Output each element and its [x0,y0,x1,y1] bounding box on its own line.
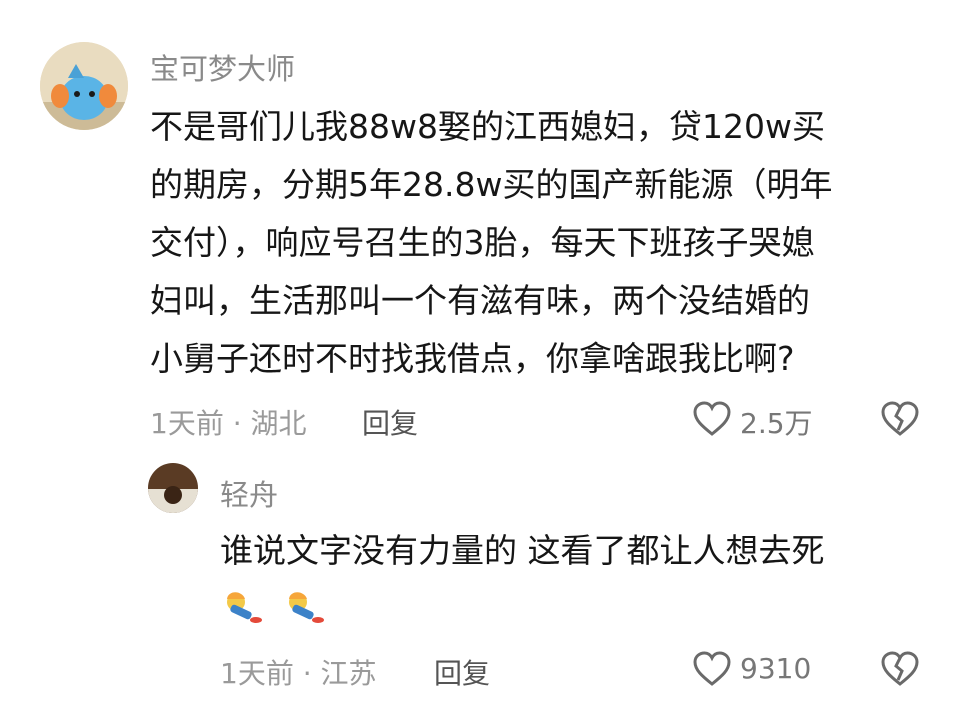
comment-text-line: 不是哥们儿我88w8娶的江西媳妇，贷120w买 [150,107,825,146]
reply-meta: 1天前 · 江苏 [220,652,377,692]
meta-separator: · [232,407,242,440]
like-button[interactable] [692,400,732,438]
comment-location: 湖北 [250,407,307,440]
comment-text-line: 妇叫，生活那叫一个有滋有味，两个没结婚的 [150,281,810,320]
kick-emoji-icon [227,592,324,623]
comment-text-line: 交付），响应号召生的3胎，每天下班孩子哭媳 [150,223,815,262]
avatar-image [148,463,198,513]
broken-heart-icon [881,401,919,436]
comment-time: 1天前 [150,407,224,440]
comment-user-name[interactable]: 宝可梦大师 [150,46,295,88]
comment-text: 不是哥们儿我88w8娶的江西媳妇，贷120w买 的期房，分期5年28.8w买的国… [150,98,832,388]
avatar[interactable] [148,463,198,513]
reply-text: 谁说文字没有力量的 这看了都让人想去死 [220,531,825,570]
like-button[interactable] [692,650,732,688]
heart-icon [693,651,731,686]
broken-heart-icon [881,651,919,686]
reply-user-name[interactable]: 轻舟 [220,472,278,514]
emoji-row [220,584,340,638]
dislike-button[interactable] [880,400,920,438]
like-count: 9310 [740,652,812,685]
reply-time: 1天前 [220,657,294,690]
reply-location: 江苏 [320,657,377,690]
creature-icon [40,42,128,130]
avatar[interactable] [40,42,128,130]
reply-button[interactable]: 回复 [362,402,418,442]
reply-button[interactable]: 回复 [434,652,490,692]
meta-separator: · [302,657,312,690]
like-count: 2.5万 [740,407,813,440]
comment-meta: 1天前 · 湖北 [150,402,307,442]
heart-icon [693,401,731,436]
comment-text-line: 小舅子还时不时找我借点，你拿啥跟我比啊? [150,339,795,378]
comment-text-line: 的期房，分期5年28.8w买的国产新能源（明年 [150,165,833,204]
dislike-button[interactable] [880,650,920,688]
